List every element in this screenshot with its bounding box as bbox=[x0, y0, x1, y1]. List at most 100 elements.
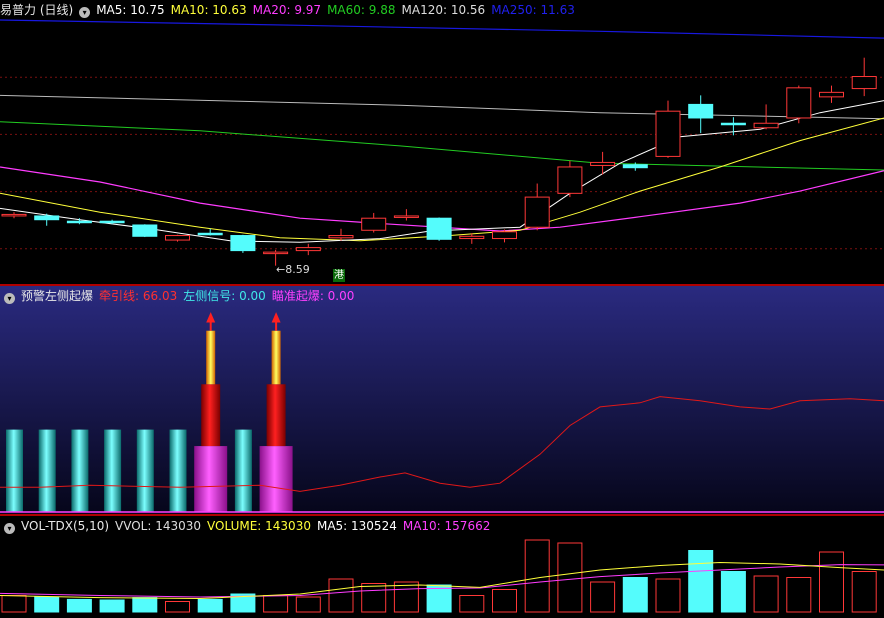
ma120-line bbox=[0, 94, 884, 120]
volume-bar bbox=[165, 601, 190, 613]
left-signal-bar bbox=[6, 429, 23, 512]
volume-bar bbox=[851, 571, 877, 613]
ma-legend-item: MA120: 10.56 bbox=[401, 3, 486, 17]
volume-bar bbox=[786, 577, 812, 613]
volume-bar bbox=[655, 578, 681, 613]
ma-legend-item: MA10: 10.63 bbox=[170, 3, 247, 17]
ma-legend-item: MA20: 9.97 bbox=[252, 3, 322, 17]
volume-legend-item: MA5: 130524 bbox=[316, 519, 397, 533]
indicator-pane[interactable]: ▾ 预警左侧起爆 牵引线: 66.03 左侧信号: 0.00 瞄准起爆: 0.00 bbox=[0, 286, 884, 514]
candle-body bbox=[720, 122, 746, 126]
volume-bar bbox=[524, 539, 550, 613]
volume-bar bbox=[197, 598, 223, 613]
candle-body bbox=[622, 164, 648, 169]
volume-bar bbox=[34, 596, 60, 613]
candle-body bbox=[590, 161, 616, 166]
indicator-background bbox=[0, 286, 884, 514]
pull-burst-bar bbox=[266, 384, 286, 447]
price-header: 易普力 (日线) ▾ MA5: 10.75 MA10: 10.63 MA20: 9.97… bbox=[0, 0, 587, 20]
candle-body bbox=[524, 196, 550, 228]
candle-body bbox=[459, 235, 485, 240]
candle-body bbox=[393, 215, 419, 218]
candle-body bbox=[819, 91, 844, 98]
volume-bar bbox=[328, 578, 354, 613]
candle-body bbox=[295, 247, 321, 252]
ma-legend-item: MA250: 11.63 bbox=[491, 3, 575, 17]
indicator-legend-item: 瞄准起爆: 0.00 bbox=[271, 289, 355, 303]
indicator-chart[interactable] bbox=[0, 286, 884, 514]
volume-bar bbox=[132, 597, 158, 613]
indicator-legend-item: 牵引线: 66.03 bbox=[99, 289, 178, 303]
volume-pane[interactable]: ▾ VOL-TDX(5,10) VVOL: 143030 VOLUME: 143030… bbox=[0, 516, 884, 618]
volume-bar bbox=[1, 595, 27, 613]
volume-bar bbox=[720, 571, 746, 613]
candle-body bbox=[1, 213, 27, 217]
chevron-down-icon[interactable]: ▾ bbox=[4, 523, 15, 534]
burst-column bbox=[271, 330, 281, 385]
left-signal-bar bbox=[71, 429, 89, 512]
candle-body bbox=[34, 215, 60, 221]
candle-body bbox=[263, 251, 289, 255]
candle-body bbox=[492, 231, 517, 240]
indicator-legend: 牵引线: 66.03 左侧信号: 0.00 瞄准起爆: 0.00 bbox=[99, 289, 360, 303]
volume-bar bbox=[426, 584, 452, 613]
volume-bar bbox=[557, 542, 583, 613]
volume-bar bbox=[99, 599, 125, 613]
candle-body bbox=[851, 76, 877, 90]
indicator-header: ▾ 预警左侧起爆 牵引线: 66.03 左侧信号: 0.00 瞄准起爆: 0.00 bbox=[0, 286, 366, 306]
candle-body bbox=[197, 232, 223, 236]
volume-bar bbox=[295, 596, 321, 613]
left-signal-bar bbox=[38, 429, 56, 512]
volume-legend-item: MA10: 157662 bbox=[402, 519, 491, 533]
candlestick-chart[interactable] bbox=[0, 0, 884, 284]
burst-column bbox=[206, 330, 216, 385]
left-signal-bar bbox=[169, 429, 187, 512]
pull-burst-bar bbox=[201, 384, 221, 447]
volume-bar bbox=[819, 551, 844, 613]
candle-body bbox=[557, 166, 583, 194]
aim-burst-bar bbox=[194, 446, 228, 512]
candle-body bbox=[230, 235, 256, 252]
left-signal-bar bbox=[104, 429, 122, 512]
candle-body bbox=[165, 235, 190, 241]
volume-legend-item: VVOL: 143030 bbox=[115, 519, 202, 533]
ma-legend: MA5: 10.75 MA10: 10.63 MA20: 9.97 MA60: 9.8… bbox=[96, 3, 581, 17]
volume-bar bbox=[263, 595, 289, 613]
candle-body bbox=[328, 235, 354, 239]
volume-bar bbox=[492, 589, 517, 613]
volume-bar bbox=[688, 550, 714, 613]
hk-connect-badge: 港 bbox=[333, 269, 345, 282]
aim-burst-bar bbox=[259, 446, 293, 512]
candle-body bbox=[786, 87, 812, 119]
chevron-down-icon[interactable]: ▾ bbox=[4, 293, 15, 304]
ma-legend-item: MA5: 10.75 bbox=[96, 3, 165, 17]
volume-title: VOL-TDX(5,10) bbox=[21, 519, 110, 533]
candle-body bbox=[99, 220, 125, 224]
stock-title: 易普力 (日线) bbox=[0, 3, 74, 17]
min-price-label: ←8.59 bbox=[276, 263, 310, 276]
volume-bar bbox=[753, 575, 779, 613]
volume-bar bbox=[590, 581, 616, 613]
ma-legend-item: MA60: 9.88 bbox=[327, 3, 396, 17]
candle-body bbox=[132, 224, 158, 237]
indicator-title: 预警左侧起爆 bbox=[21, 289, 94, 303]
candle-body bbox=[753, 122, 779, 129]
candle-body bbox=[688, 103, 714, 119]
volume-header: ▾ VOL-TDX(5,10) VVOL: 143030 VOLUME: 143030… bbox=[0, 516, 502, 536]
candle-body bbox=[361, 217, 387, 231]
ma250-line bbox=[0, 19, 884, 39]
candle-body bbox=[655, 110, 681, 157]
volume-bar bbox=[459, 595, 485, 613]
volume-bar bbox=[361, 583, 387, 613]
volume-bar bbox=[66, 598, 92, 613]
volume-bar bbox=[393, 581, 419, 613]
volume-bar bbox=[622, 577, 648, 613]
price-pane[interactable]: 易普力 (日线) ▾ MA5: 10.75 MA10: 10.63 MA20: 9.97… bbox=[0, 0, 884, 284]
ma60-line bbox=[0, 121, 884, 171]
chevron-down-icon[interactable]: ▾ bbox=[79, 7, 91, 18]
indicator-legend-item: 左侧信号: 0.00 bbox=[183, 289, 266, 303]
left-signal-bar bbox=[136, 429, 154, 512]
volume-legend-item: VOLUME: 143030 bbox=[207, 519, 311, 533]
left-signal-bar bbox=[234, 429, 252, 512]
candle-body bbox=[66, 220, 92, 224]
